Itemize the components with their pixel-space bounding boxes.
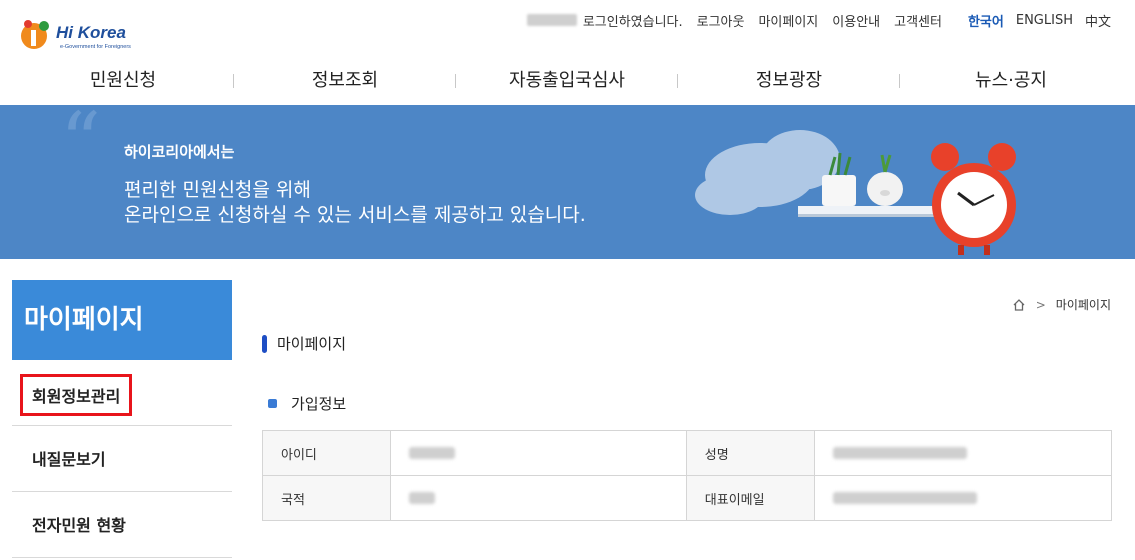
sidebar-item-label: 내질문보기 <box>32 450 106 469</box>
label-email: 대표이메일 <box>685 475 816 521</box>
login-message: 로그인하였습니다. <box>582 14 683 30</box>
title-bar-icon <box>262 334 267 353</box>
breadcrumb-separator: > <box>1035 297 1046 312</box>
breadcrumb-current: 마이페이지 <box>1055 298 1111 312</box>
table-row: 국적 대표이메일 <box>262 475 1112 521</box>
main-nav: 민원신청 정보조회 자동출입국심사 정보광장 뉴스·공지 <box>12 62 1122 100</box>
sidebar: 마이페이지 회원정보관리 내질문보기 전자민원 현황 <box>12 280 232 558</box>
value-name <box>814 430 1112 476</box>
quote-mark-icon: “ <box>60 105 101 188</box>
value-email <box>814 475 1112 521</box>
nav-info-plaza[interactable]: 정보광장 <box>678 62 900 100</box>
value-user-id <box>389 430 687 476</box>
logo-text: Hi Korea <box>56 23 126 42</box>
nav-auto-immigration[interactable]: 자동출입국심사 <box>456 62 678 100</box>
bullet-square-icon <box>268 399 277 408</box>
nav-civil-application[interactable]: 민원신청 <box>12 62 234 100</box>
page-title-text: 마이페이지 <box>277 335 347 353</box>
sidebar-item-label: 전자민원 현황 <box>32 516 126 535</box>
alarm-clock-illustration <box>695 130 1016 255</box>
customer-center-link[interactable]: 고객센터 <box>894 11 942 30</box>
sidebar-item-member-info[interactable]: 회원정보관리 <box>12 360 232 426</box>
value-nationality <box>389 475 687 521</box>
label-name: 성명 <box>685 430 816 476</box>
logout-link[interactable]: 로그아웃 <box>697 11 745 30</box>
page-title: 마이페이지 <box>262 333 346 354</box>
mypage-link[interactable]: 마이페이지 <box>758 11 818 30</box>
nav-info-inquiry[interactable]: 정보조회 <box>234 62 456 100</box>
banner-heading: 하이코리아에서는 <box>124 143 235 161</box>
banner-text-line1: 편리한 민원신청을 위해 <box>124 179 311 201</box>
subsection-title-text: 가입정보 <box>291 395 347 413</box>
member-info-table: 아이디 성명 국적 대표이메일 <box>262 430 1112 521</box>
table-row: 아이디 성명 <box>262 430 1112 476</box>
utility-bar: 로그인하였습니다. 로그아웃 마이페이지 이용안내 고객센터 한국어 ENGLI… <box>526 10 1111 30</box>
lang-english[interactable]: ENGLISH <box>1016 13 1073 28</box>
sidebar-item-label: 회원정보관리 <box>20 374 133 416</box>
sidebar-item-e-civil-status[interactable]: 전자민원 현황 <box>12 492 232 558</box>
logo-subtext: e-Government for Foreigners <box>60 44 131 50</box>
hikorea-logo[interactable]: Hi Korea e-Government for Foreigners <box>18 14 138 54</box>
banner-text-line2: 온라인으로 신청하실 수 있는 서비스를 제공하고 있습니다. <box>124 204 586 226</box>
sidebar-title: 마이페이지 <box>12 280 232 360</box>
home-icon[interactable] <box>1012 298 1026 312</box>
label-nationality: 국적 <box>262 475 391 521</box>
blurred-username <box>526 14 577 26</box>
label-user-id: 아이디 <box>262 430 391 476</box>
lang-chinese[interactable]: 中文 <box>1085 11 1111 30</box>
nav-news-notice[interactable]: 뉴스·공지 <box>900 62 1122 100</box>
hero-banner: “ 하이코리아에서는 편리한 민원신청을 위해 온라인으로 신청하실 수 있는 … <box>0 105 1135 259</box>
subsection-title: 가입정보 <box>268 393 346 414</box>
lang-korean[interactable]: 한국어 <box>968 11 1004 30</box>
breadcrumb: > 마이페이지 <box>1012 296 1111 313</box>
sidebar-item-my-questions[interactable]: 내질문보기 <box>12 426 232 492</box>
guide-link[interactable]: 이용안내 <box>832 11 880 30</box>
